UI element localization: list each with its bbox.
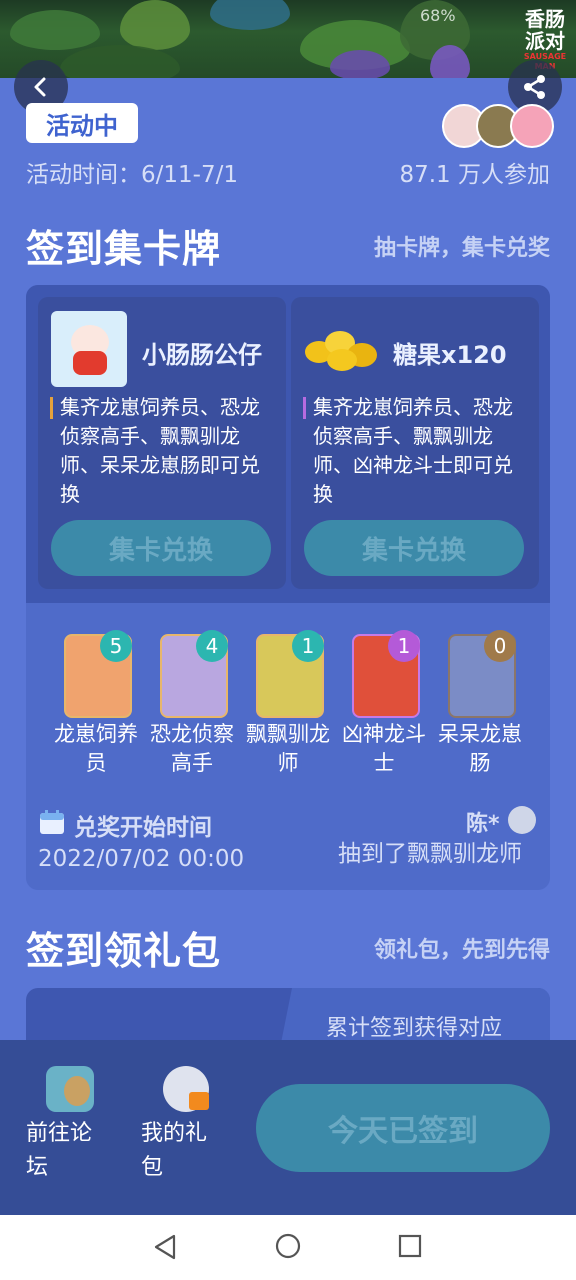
card-name: 呆呆龙崽肠 (438, 722, 522, 775)
signed-in-button[interactable]: 今天已签到 (256, 1084, 550, 1172)
candy-image (303, 327, 383, 373)
header-banner-image (0, 0, 576, 78)
event-status-badge: 活动中 (26, 103, 138, 143)
accent-bar (50, 397, 53, 419)
reward-name: 小肠肠公仔 (142, 341, 262, 369)
avatar (510, 104, 554, 148)
section-subtitle-cards: 抽卡牌，集卡兑奖 (373, 236, 550, 261)
exchange-button[interactable]: 集卡兑换 (51, 520, 271, 576)
reward-name: 糖果x120 (393, 341, 507, 369)
battery-status: 68% (420, 6, 456, 25)
card-count-badge: 1 (388, 630, 420, 662)
card-name: 凶神龙斗士 (342, 722, 426, 775)
forum-label-2: 坛 (26, 1155, 49, 1180)
section-subtitle-gifts: 领礼包，先到先得 (373, 938, 550, 963)
gift-icon (189, 1092, 209, 1110)
reward-description: 集齐龙崽饲养员、恐龙侦察高手、飘飘驯龙师、呆呆龙崽肠即可兑换 (60, 395, 260, 506)
card-count-badge: 1 (292, 630, 324, 662)
card-count-badge: 0 (484, 630, 516, 662)
participant-count: 87.1 万人参加 (399, 162, 550, 188)
chevron-left-icon (34, 77, 46, 97)
redeem-label: 兑奖开始时间 (74, 815, 212, 841)
nav-back-icon[interactable] (150, 1232, 180, 1262)
my-gifts-label-1: 我的礼 (141, 1121, 208, 1146)
share-icon (524, 75, 545, 99)
section-title-gifts: 签到领礼包 (26, 929, 222, 973)
redeem-time: 2022/07/02 00:00 (38, 846, 245, 872)
my-gifts-label-2: 包 (141, 1155, 164, 1180)
participant-avatars (442, 104, 554, 148)
event-time: 活动时间：6/11-7/1 (26, 162, 238, 188)
calendar-icon (38, 808, 66, 836)
draw-message: 抽到了飘飘驯龙师 (338, 841, 522, 867)
nav-home-icon[interactable] (273, 1231, 303, 1261)
reward-card-candy: 糖果x120 集齐龙崽饲养员、恐龙侦察高手、飘飘驯龙师、凶神龙斗士即可兑换 集卡… (291, 297, 539, 589)
card-name: 恐龙侦察高手 (150, 722, 234, 775)
gift-tab-text: 累计签到获得对应 (326, 1016, 503, 1041)
card-count-badge: 4 (196, 630, 228, 662)
section-title-cards: 签到集卡牌 (26, 227, 222, 271)
forum-label-1: 前往论 (26, 1121, 93, 1146)
reward-description: 集齐龙崽饲养员、恐龙侦察高手、飘飘驯龙师、凶神龙斗士即可兑换 (313, 395, 513, 506)
plush-toy-image (51, 311, 127, 387)
card-count-badge: 5 (100, 630, 132, 662)
accent-bar (303, 397, 306, 419)
avatar (508, 806, 536, 834)
card-name: 龙崽饲养员 (54, 722, 138, 775)
reward-card-plush: 小肠肠公仔 集齐龙崽饲养员、恐龙侦察高手、飘飘驯龙师、呆呆龙崽肠即可兑换 集卡兑… (38, 297, 286, 589)
card-name: 飘飘驯龙师 (246, 722, 330, 775)
forum-icon (46, 1066, 94, 1112)
exchange-button[interactable]: 集卡兑换 (304, 520, 524, 576)
nav-recents-icon[interactable] (396, 1232, 424, 1260)
